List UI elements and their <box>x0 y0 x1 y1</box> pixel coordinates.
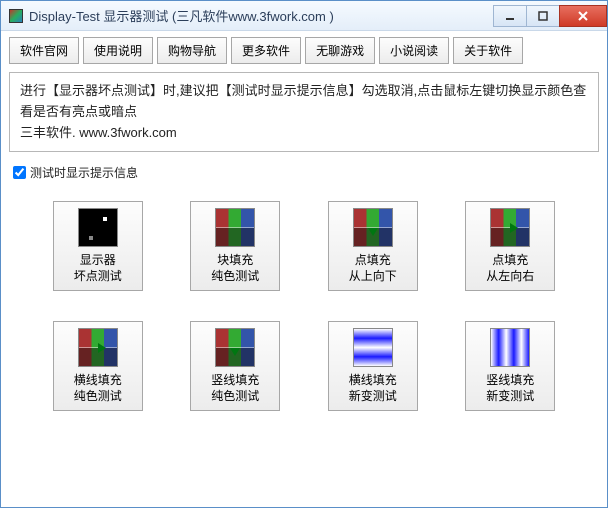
test-dead-pixel-button[interactable]: 显示器 坏点测试 <box>53 201 143 291</box>
show-hints-label: 测试时显示提示信息 <box>30 164 138 181</box>
notice-box: 进行【显示器坏点测试】时,建议把【测试时显示提示信息】勾选取消,点击鼠标左键切换… <box>9 72 599 152</box>
show-hints-input[interactable] <box>13 166 26 179</box>
notice-line1: 进行【显示器坏点测试】时,建议把【测试时显示提示信息】勾选取消,点击鼠标左键切换… <box>20 81 588 123</box>
test-hline-gradient-button[interactable]: 横线填充 新变测试 <box>328 321 418 411</box>
toolbar-website-button[interactable]: 软件官网 <box>9 37 79 64</box>
window-controls <box>494 5 607 27</box>
titlebar[interactable]: Display-Test 显示器测试 (三凡软件www.3fwork.com ) <box>1 1 607 31</box>
test-label: 竖线填充 纯色测试 <box>211 373 259 404</box>
test-label: 显示器 坏点测试 <box>74 253 122 284</box>
close-button[interactable] <box>559 5 607 27</box>
point-leftright-icon <box>490 208 530 247</box>
vline-solid-icon <box>215 328 255 367</box>
test-hline-solid-button[interactable]: 横线填充 纯色测试 <box>53 321 143 411</box>
hline-gradient-icon <box>353 328 393 367</box>
test-vline-solid-button[interactable]: 竖线填充 纯色测试 <box>190 321 280 411</box>
app-icon <box>9 9 23 23</box>
window-title: Display-Test 显示器测试 (三凡软件www.3fwork.com ) <box>29 6 494 25</box>
toolbar-help-button[interactable]: 使用说明 <box>83 37 153 64</box>
content-area: 软件官网 使用说明 购物导航 更多软件 无聊游戏 小说阅读 关于软件 进行【显示… <box>1 31 607 419</box>
test-label: 竖线填充 新变测试 <box>486 373 534 404</box>
test-label: 点填充 从左向右 <box>486 253 534 284</box>
toolbar: 软件官网 使用说明 购物导航 更多软件 无聊游戏 小说阅读 关于软件 <box>9 37 599 64</box>
toolbar-more-software-button[interactable]: 更多软件 <box>231 37 301 64</box>
vline-gradient-icon <box>490 328 530 367</box>
point-topdown-icon <box>353 208 393 247</box>
test-point-leftright-button[interactable]: 点填充 从左向右 <box>465 201 555 291</box>
app-window: Display-Test 显示器测试 (三凡软件www.3fwork.com )… <box>0 0 608 508</box>
test-label: 块填充 纯色测试 <box>211 253 259 284</box>
test-label: 横线填充 纯色测试 <box>74 373 122 404</box>
toolbar-novels-button[interactable]: 小说阅读 <box>379 37 449 64</box>
test-vline-gradient-button[interactable]: 竖线填充 新变测试 <box>465 321 555 411</box>
test-point-topdown-button[interactable]: 点填充 从上向下 <box>328 201 418 291</box>
block-fill-icon <box>215 208 255 247</box>
test-grid: 显示器 坏点测试 块填充 纯色测试 点填充 从上向下 点填充 从左向右 横线填充… <box>9 201 599 411</box>
test-block-fill-button[interactable]: 块填充 纯色测试 <box>190 201 280 291</box>
toolbar-about-button[interactable]: 关于软件 <box>453 37 523 64</box>
hline-solid-icon <box>78 328 118 367</box>
test-label: 点填充 从上向下 <box>349 253 397 284</box>
minimize-button[interactable] <box>493 5 527 27</box>
maximize-button[interactable] <box>526 5 560 27</box>
test-label: 横线填充 新变测试 <box>349 373 397 404</box>
toolbar-games-button[interactable]: 无聊游戏 <box>305 37 375 64</box>
toolbar-shopping-button[interactable]: 购物导航 <box>157 37 227 64</box>
notice-line2: 三丰软件. www.3fwork.com <box>20 123 588 144</box>
show-hints-checkbox[interactable]: 测试时显示提示信息 <box>13 164 599 181</box>
dead-pixel-icon <box>78 208 118 247</box>
